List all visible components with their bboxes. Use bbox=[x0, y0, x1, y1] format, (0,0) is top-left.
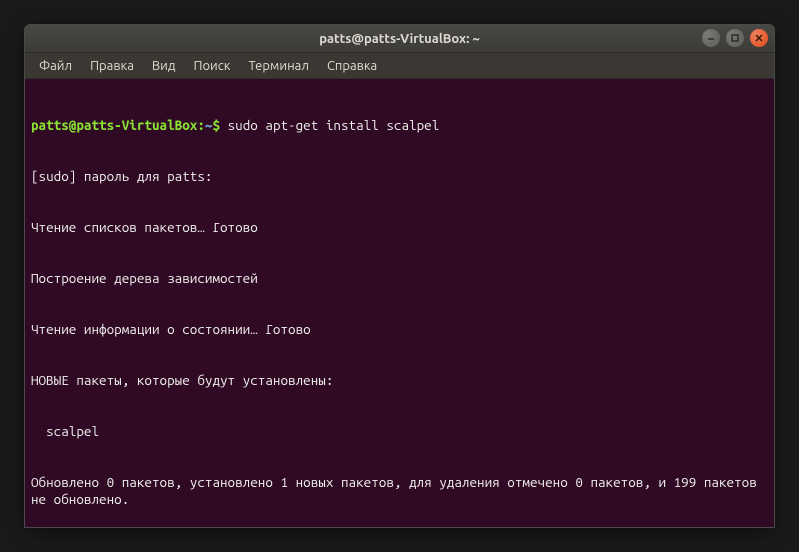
close-button[interactable] bbox=[750, 29, 768, 47]
menu-search[interactable]: Поиск bbox=[185, 56, 238, 76]
maximize-button[interactable] bbox=[726, 29, 744, 47]
command-text: sudo apt-get install scalpel bbox=[228, 117, 440, 133]
output-line: Чтение информации о состоянии… Готово bbox=[31, 321, 768, 338]
window-title: patts@patts-VirtualBox: ~ bbox=[319, 32, 480, 46]
output-line: [sudo] пароль для patts: bbox=[31, 168, 768, 185]
menu-terminal[interactable]: Терминал bbox=[240, 56, 316, 76]
menubar: Файл Правка Вид Поиск Терминал Справка bbox=[25, 53, 774, 79]
titlebar[interactable]: patts@patts-VirtualBox: ~ bbox=[25, 25, 774, 53]
close-icon bbox=[754, 33, 764, 43]
output-line: НОВЫЕ пакеты, которые будут установлены: bbox=[31, 372, 768, 389]
terminal-window: patts@patts-VirtualBox: ~ Файл Правка Ви… bbox=[24, 24, 775, 528]
menu-view[interactable]: Вид bbox=[144, 56, 184, 76]
output-line: Чтение списков пакетов… Готово bbox=[31, 219, 768, 236]
prompt-line: patts@patts-VirtualBox:~$ sudo apt-get i… bbox=[31, 117, 768, 134]
output-line: Обновлено 0 пакетов, установлено 1 новых… bbox=[31, 474, 768, 508]
menu-file[interactable]: Файл bbox=[31, 56, 80, 76]
terminal-body[interactable]: patts@patts-VirtualBox:~$ sudo apt-get i… bbox=[25, 79, 774, 528]
menu-help[interactable]: Справка bbox=[319, 56, 385, 76]
maximize-icon bbox=[730, 33, 740, 43]
output-line: Построение дерева зависимостей bbox=[31, 270, 768, 287]
prompt-separator: : bbox=[197, 117, 205, 133]
minimize-icon bbox=[706, 33, 716, 43]
menu-edit[interactable]: Правка bbox=[82, 56, 142, 76]
prompt-user-host: patts@patts-VirtualBox bbox=[31, 117, 197, 133]
minimize-button[interactable] bbox=[702, 29, 720, 47]
window-controls bbox=[702, 29, 768, 47]
output-line: scalpel bbox=[31, 423, 768, 440]
prompt-symbol: $ bbox=[212, 117, 220, 133]
